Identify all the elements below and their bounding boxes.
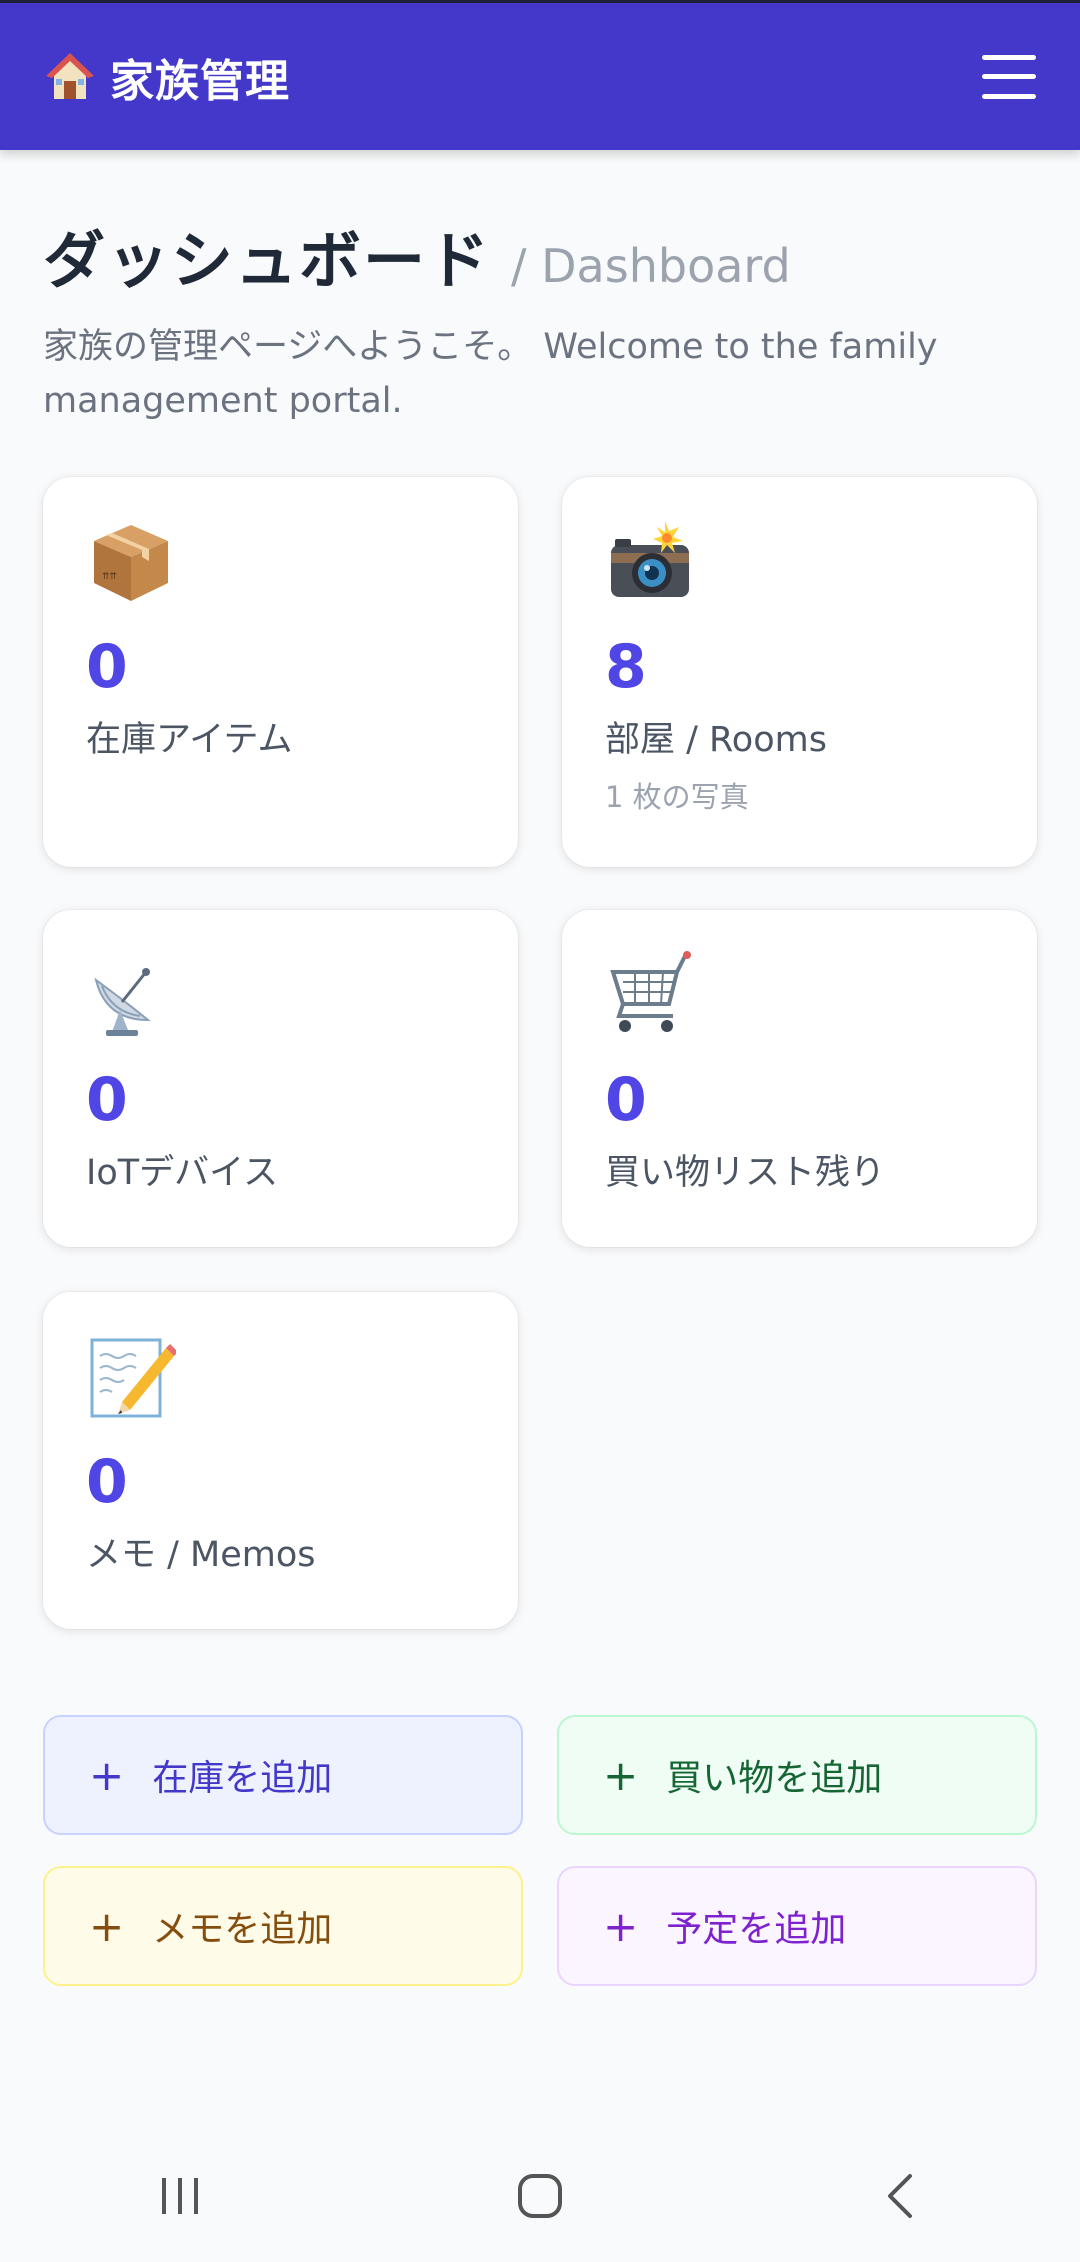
memos-count: 0 <box>86 1447 128 1517</box>
memo-icon <box>86 1332 178 1422</box>
rooms-card[interactable]: 8 部屋 / Rooms 1 枚の写真 <box>562 477 1037 867</box>
house-icon <box>44 51 96 103</box>
plus-icon: + <box>603 1750 639 1800</box>
hamburger-menu-icon[interactable] <box>982 54 1036 99</box>
add-schedule-button[interactable]: + 予定を追加 <box>557 1866 1037 1986</box>
add-inventory-button[interactable]: + 在庫を追加 <box>43 1715 523 1835</box>
app-title: 家族管理 <box>110 55 290 107</box>
add-inventory-label: 在庫を追加 <box>152 1758 333 1799</box>
iot-label: IoTデバイス <box>86 1153 279 1193</box>
plus-icon: + <box>89 1901 125 1951</box>
rooms-photo-count: 1 枚の写真 <box>605 780 749 814</box>
add-memo-label: メモを追加 <box>152 1909 333 1950</box>
add-shopping-label: 買い物を追加 <box>666 1758 883 1799</box>
plus-icon: + <box>603 1901 639 1951</box>
add-shopping-button[interactable]: + 買い物を追加 <box>557 1715 1037 1835</box>
memos-card[interactable]: 0 メモ / Memos <box>43 1292 518 1629</box>
shopping-label: 買い物リスト残り <box>605 1153 886 1193</box>
memos-label: メモ / Memos <box>86 1535 316 1575</box>
shopping-count: 0 <box>605 1065 647 1135</box>
inventory-label: 在庫アイテム <box>86 720 293 760</box>
satellite-dish-icon <box>86 950 176 1040</box>
page-title-english: / Dashboard <box>511 239 791 293</box>
page-header: ダッシュボード / Dashboard 家族の管理ページへようこそ。 Welco… <box>43 210 1043 428</box>
brand[interactable]: 家族管理 <box>44 45 290 109</box>
add-memo-button[interactable]: + メモを追加 <box>43 1866 523 1986</box>
back-icon[interactable] <box>850 2156 950 2236</box>
iot-devices-card[interactable]: 0 IoTデバイス <box>43 910 518 1247</box>
top-app-bar: 家族管理 <box>0 0 1080 150</box>
plus-icon: + <box>89 1750 125 1800</box>
package-icon: ⇈⇈ <box>86 517 176 607</box>
camera-icon <box>605 517 695 607</box>
page-title: ダッシュボード <box>43 224 492 297</box>
svg-text:⇈⇈: ⇈⇈ <box>102 572 118 582</box>
add-schedule-label: 予定を追加 <box>666 1909 847 1950</box>
iot-count: 0 <box>86 1065 128 1135</box>
rooms-count: 8 <box>605 632 647 702</box>
recents-icon[interactable] <box>130 2156 230 2236</box>
home-icon[interactable] <box>490 2156 590 2236</box>
rooms-label: 部屋 / Rooms <box>605 720 827 760</box>
inventory-count: 0 <box>86 632 128 702</box>
inventory-card[interactable]: ⇈⇈ 0 在庫アイテム <box>43 477 518 867</box>
shopping-list-card[interactable]: 0 買い物リスト残り <box>562 910 1037 1247</box>
system-navigation-bar <box>0 2130 1080 2262</box>
shopping-cart-icon <box>605 950 695 1040</box>
page-description: 家族の管理ページへようこそ。 Welcome to the family man… <box>43 327 938 421</box>
